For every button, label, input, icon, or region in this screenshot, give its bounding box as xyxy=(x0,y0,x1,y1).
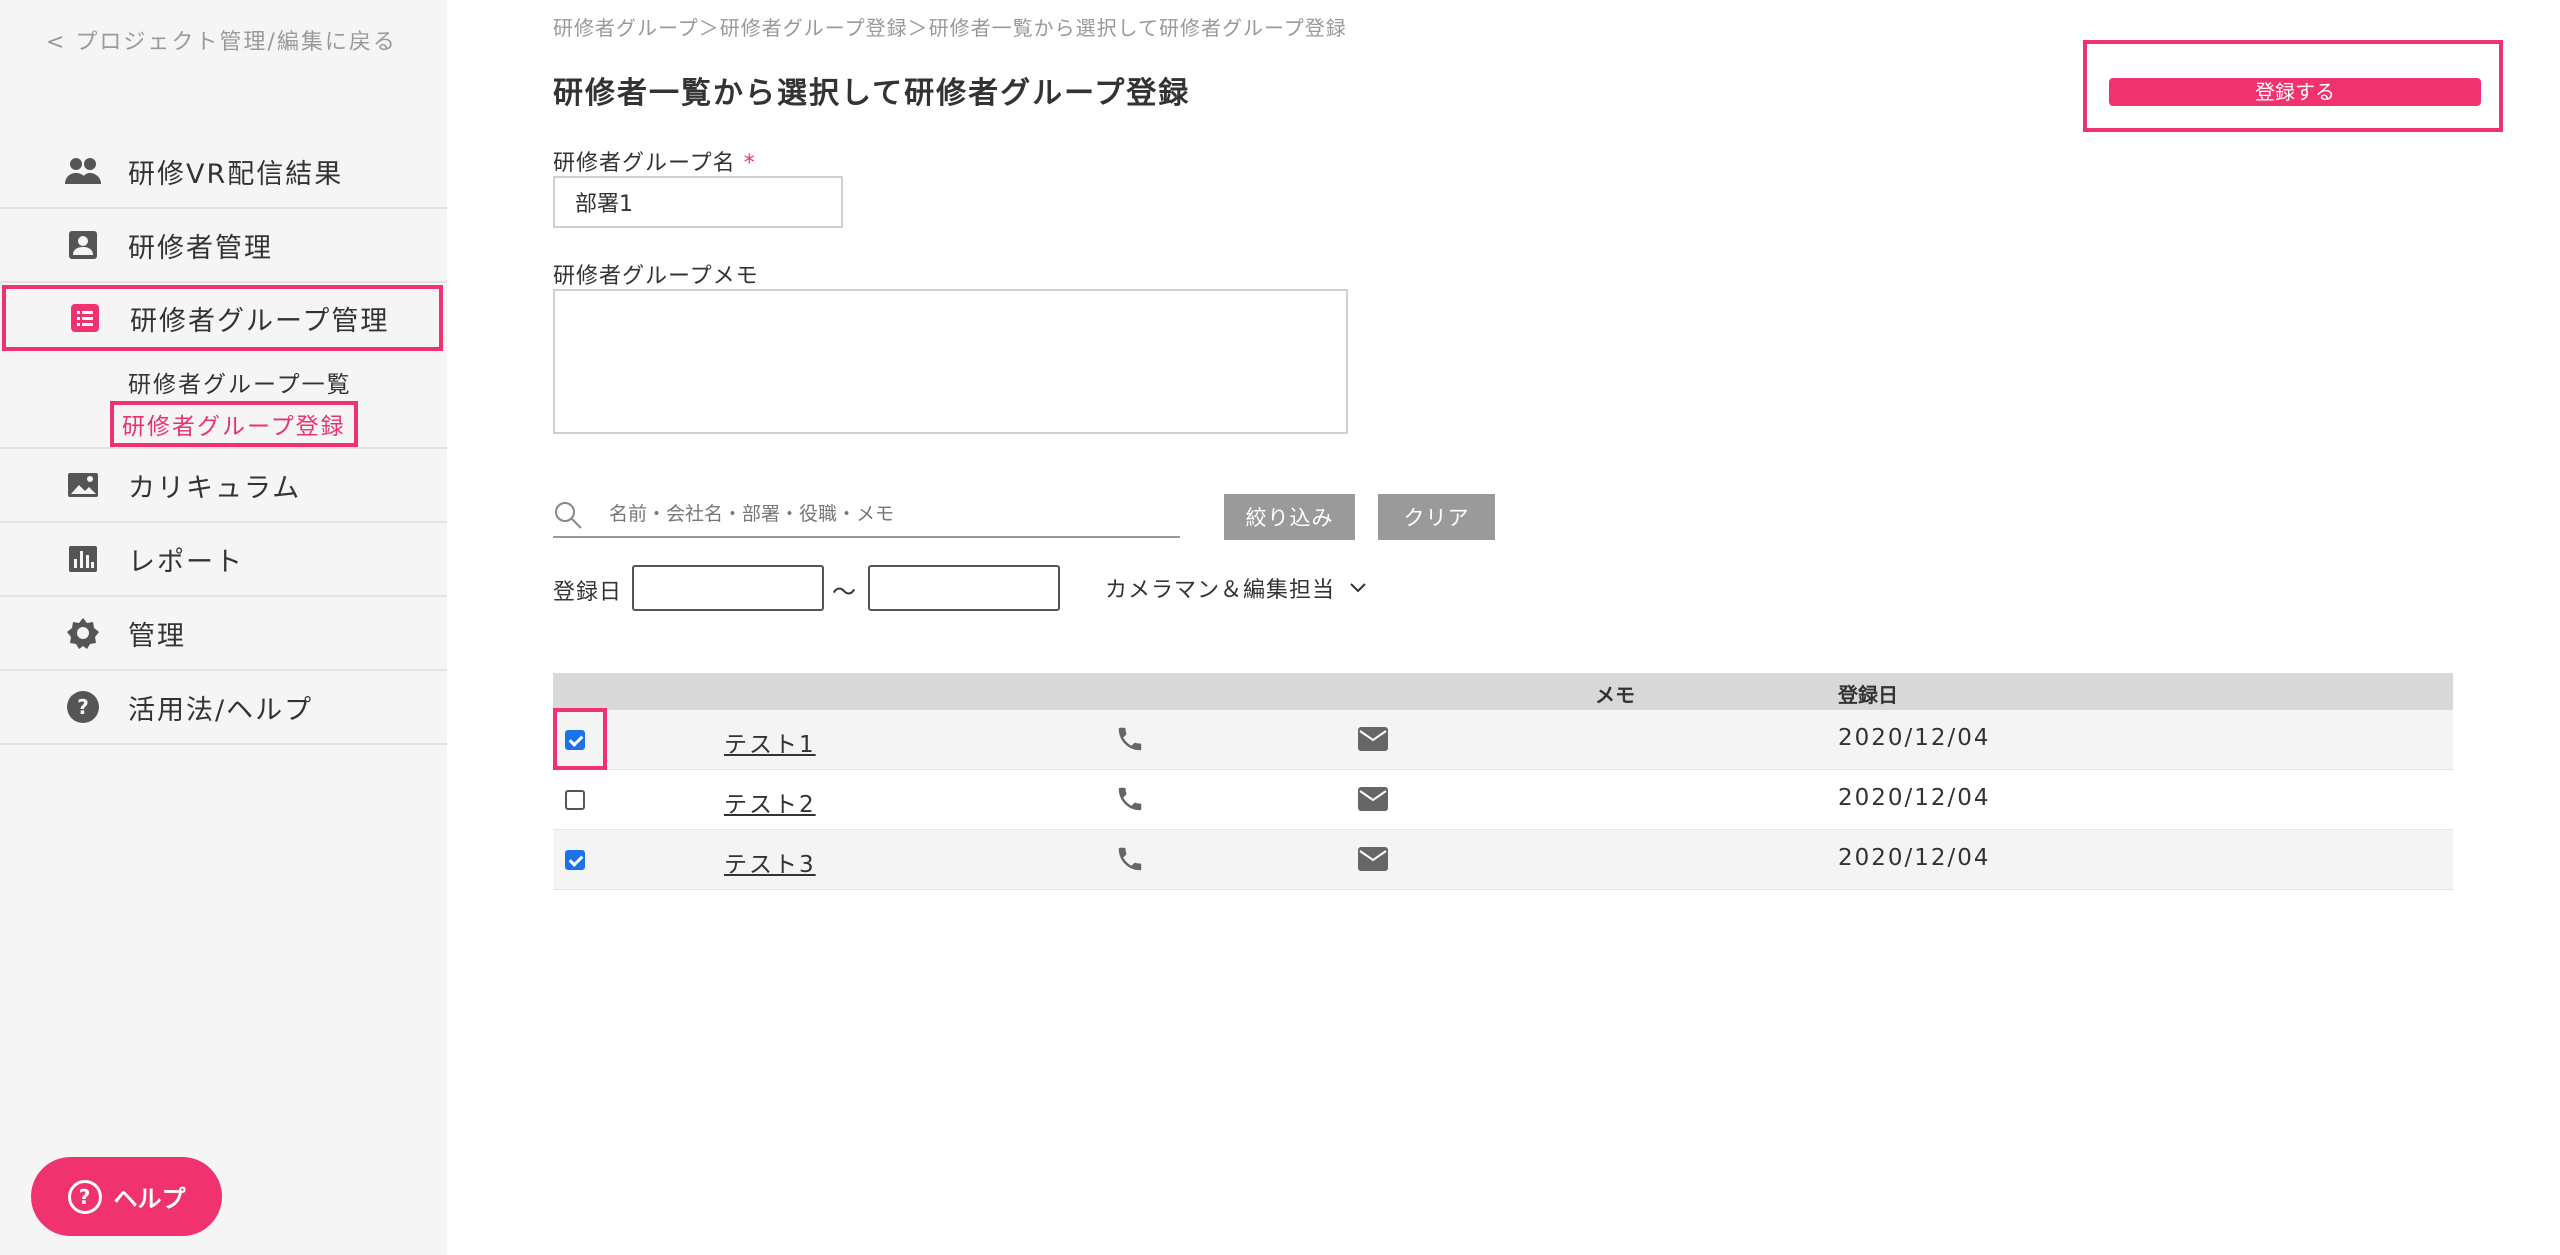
sidebar-item-curriculum[interactable]: カリキュラム xyxy=(0,449,447,523)
trainee-name-link[interactable]: テスト2 xyxy=(724,785,816,819)
sidebar-item-vr-results[interactable]: 研修VR配信結果 xyxy=(0,135,447,209)
image-icon xyxy=(64,468,102,502)
row-checkbox-highlight xyxy=(553,708,607,770)
group-memo-textarea[interactable] xyxy=(553,289,1348,434)
mail-icon[interactable] xyxy=(1357,786,1389,812)
group-name-label: 研修者グループ名 * xyxy=(553,151,756,176)
sidebar-subnav: 研修者グループ一覧 研修者グループ登録 xyxy=(0,351,447,449)
trainee-name-link[interactable]: テスト3 xyxy=(724,845,816,879)
person-card-icon xyxy=(64,228,102,262)
users-icon xyxy=(64,154,102,188)
back-to-project-link[interactable]: < プロジェクト管理/編集に戻る xyxy=(46,24,397,56)
registered-date-cell: 2020/12/04 xyxy=(1838,845,1991,871)
table-row: テスト1 2020/12/04 xyxy=(553,708,2453,770)
page-title: 研修者一覧から選択して研修者グループ登録 xyxy=(553,76,1191,111)
registered-date-cell: 2020/12/04 xyxy=(1838,725,1991,751)
phone-icon[interactable] xyxy=(1115,784,1145,814)
row-checkbox[interactable] xyxy=(565,850,585,870)
clear-button[interactable]: クリア xyxy=(1378,494,1495,540)
mail-icon[interactable] xyxy=(1357,726,1389,752)
table-row: テスト2 2020/12/04 xyxy=(553,770,2453,830)
table-header: メモ 登録日 xyxy=(553,673,2453,710)
help-button-label: ヘルプ xyxy=(113,1185,186,1213)
search-bar xyxy=(553,494,1180,538)
sidebar-item-admin[interactable]: 管理 xyxy=(0,597,447,671)
help-floating-button[interactable]: ? ヘルプ xyxy=(31,1157,222,1236)
sidebar-item-group-management[interactable]: 研修者グループ管理 xyxy=(2,285,443,351)
sidebar: < プロジェクト管理/編集に戻る 研修VR配信結果 研修者管理 研修者グループ管… xyxy=(0,0,447,1255)
column-header-memo: メモ xyxy=(1595,683,1635,707)
registered-date-label: 登録日 xyxy=(553,580,623,605)
filter-button[interactable]: 絞り込み xyxy=(1224,494,1355,540)
table-row: テスト3 2020/12/04 xyxy=(553,830,2453,890)
date-separator: 〜 xyxy=(832,578,856,606)
sidebar-nav: 研修VR配信結果 研修者管理 研修者グループ管理 研修者グループ一覧 研修者グル… xyxy=(0,135,447,745)
trainee-name-link[interactable]: テスト1 xyxy=(724,725,816,759)
sidebar-item-label: 管理 xyxy=(128,620,186,652)
mail-icon[interactable] xyxy=(1357,846,1389,872)
list-icon xyxy=(66,301,104,335)
required-mark: * xyxy=(743,151,756,176)
registered-date-cell: 2020/12/04 xyxy=(1838,785,1991,811)
bar-chart-icon xyxy=(64,542,102,576)
date-from-input[interactable] xyxy=(632,565,824,611)
phone-icon[interactable] xyxy=(1115,724,1145,754)
chevron-down-icon xyxy=(1350,583,1366,593)
sidebar-subitem-group-list[interactable]: 研修者グループ一覧 xyxy=(128,365,352,399)
sidebar-item-label: 研修者グループ管理 xyxy=(130,305,390,337)
column-header-registered: 登録日 xyxy=(1838,683,1898,707)
sidebar-item-help[interactable]: ? 活用法/ヘルプ xyxy=(0,671,447,745)
row-checkbox-wrap xyxy=(553,830,607,887)
row-checkbox-wrap xyxy=(553,770,607,827)
sidebar-item-label: カリキュラム xyxy=(128,472,302,504)
sidebar-item-label: レポート xyxy=(128,546,244,578)
row-checkbox[interactable] xyxy=(565,730,585,750)
group-name-input[interactable] xyxy=(553,176,843,228)
row-checkbox[interactable] xyxy=(565,790,585,810)
register-button[interactable]: 登録する xyxy=(2109,78,2481,106)
register-button-highlight: 登録する xyxy=(2083,40,2503,132)
sidebar-item-label: 研修VR配信結果 xyxy=(128,158,344,190)
phone-icon[interactable] xyxy=(1115,844,1145,874)
trainee-table: メモ 登録日 テスト1 2020/12/04 テスト2 2020/12/04 テ… xyxy=(553,673,2453,890)
sidebar-item-label: 研修者管理 xyxy=(128,232,273,264)
question-icon: ? xyxy=(67,1179,102,1214)
staff-dropdown[interactable]: カメラマン＆編集担当 xyxy=(1105,572,1367,604)
search-input[interactable] xyxy=(609,494,1169,534)
svg-text:?: ? xyxy=(77,695,89,719)
question-circle-icon: ? xyxy=(64,690,102,724)
breadcrumb: 研修者グループ＞研修者グループ登録＞研修者一覧から選択して研修者グループ登録 xyxy=(553,16,1347,40)
sidebar-subitem-group-register[interactable]: 研修者グループ登録 xyxy=(110,401,358,447)
gear-icon xyxy=(64,616,102,650)
date-to-input[interactable] xyxy=(868,565,1060,611)
search-icon xyxy=(555,502,582,529)
sidebar-item-trainee-management[interactable]: 研修者管理 xyxy=(0,209,447,283)
group-memo-label: 研修者グループメモ xyxy=(553,264,759,289)
sidebar-item-report[interactable]: レポート xyxy=(0,523,447,597)
sidebar-item-label: 活用法/ヘルプ xyxy=(128,694,314,726)
staff-dropdown-label: カメラマン＆編集担当 xyxy=(1105,578,1336,603)
